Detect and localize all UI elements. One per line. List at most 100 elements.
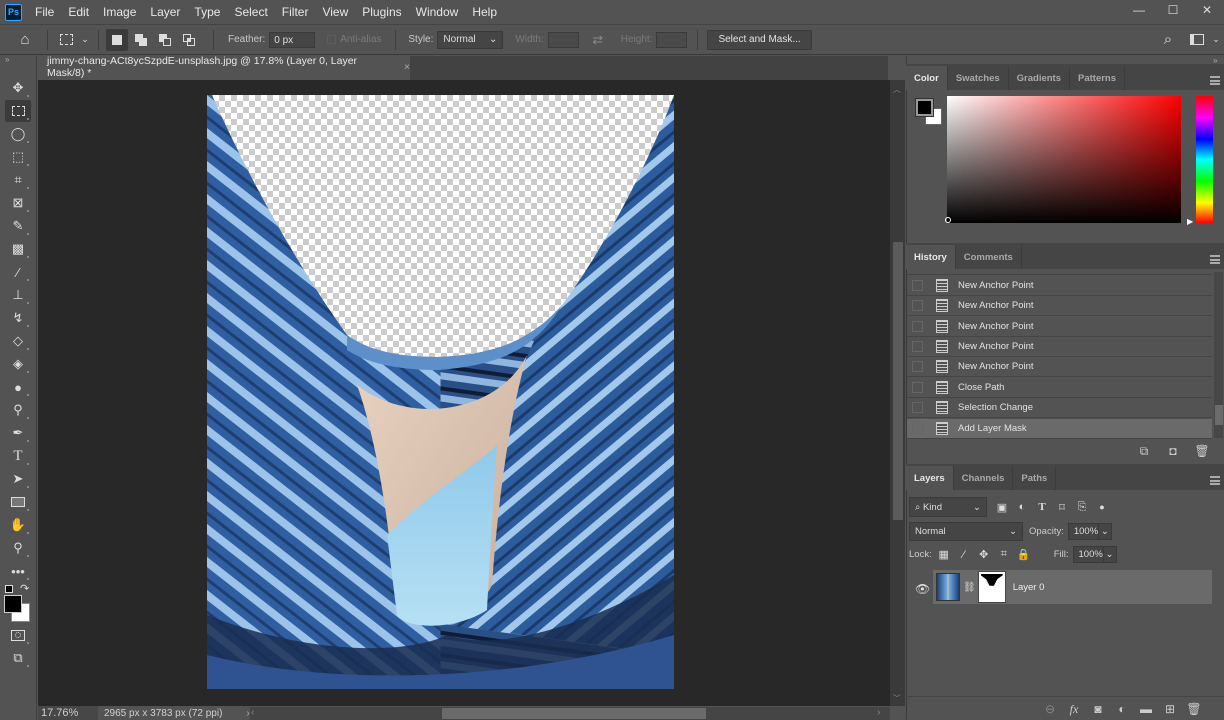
history-snapshot-checkbox[interactable] bbox=[912, 321, 923, 332]
panel-menu-icon[interactable] bbox=[1210, 76, 1220, 85]
tab-paths[interactable]: Paths bbox=[1013, 466, 1057, 490]
adjustment-layer-icon[interactable]: ◐ bbox=[1112, 702, 1132, 717]
layer-row[interactable]: ⛓ Layer 0 bbox=[933, 570, 1212, 604]
foreground-color-swatch[interactable] bbox=[915, 98, 934, 117]
lock-image-pixels-icon[interactable]: ⁄ bbox=[955, 549, 973, 561]
tab-comments[interactable]: Comments bbox=[956, 245, 1022, 269]
history-item[interactable]: New Anchor Point bbox=[907, 357, 1212, 377]
eyedropper-tool-icon[interactable]: ✎ bbox=[5, 215, 31, 237]
layer-thumbnail[interactable] bbox=[936, 573, 960, 601]
tab-patterns[interactable]: Patterns bbox=[1070, 66, 1126, 90]
hand-tool-icon[interactable]: ✋ bbox=[5, 514, 31, 536]
layer-mask-thumbnail[interactable] bbox=[977, 571, 1006, 603]
hue-slider[interactable] bbox=[1196, 96, 1213, 223]
menu-window[interactable]: Window bbox=[409, 0, 466, 24]
document-image[interactable] bbox=[207, 95, 674, 689]
link-layers-icon[interactable]: ⊖ bbox=[1040, 702, 1060, 717]
subtract-selection-icon[interactable] bbox=[154, 29, 176, 51]
scroll-down-icon[interactable]: ﹀ bbox=[893, 693, 901, 704]
menu-select[interactable]: Select bbox=[227, 0, 274, 24]
height-input[interactable] bbox=[656, 31, 688, 48]
pen-tool-icon[interactable]: ✒ bbox=[5, 422, 31, 444]
select-and-mask-button[interactable]: Select and Mask... bbox=[707, 29, 812, 50]
zoom-level-field[interactable]: 17.76% bbox=[38, 706, 98, 720]
marquee-preset-icon[interactable] bbox=[55, 29, 77, 51]
menu-file[interactable]: File bbox=[28, 0, 61, 24]
maximize-button[interactable]: ☐ bbox=[1156, 0, 1190, 20]
tab-gradients[interactable]: Gradients bbox=[1009, 66, 1070, 90]
lock-all-icon[interactable]: 🔒 bbox=[1015, 548, 1033, 561]
history-item[interactable]: New Anchor Point bbox=[907, 317, 1212, 337]
history-brush-tool-icon[interactable]: ↯ bbox=[5, 307, 31, 329]
menu-plugins[interactable]: Plugins bbox=[355, 0, 408, 24]
foreground-color-swatch[interactable] bbox=[4, 595, 22, 613]
menu-layer[interactable]: Layer bbox=[143, 0, 187, 24]
filter-pixel-icon[interactable]: ▣ bbox=[993, 501, 1011, 514]
scroll-up-icon[interactable]: ︿ bbox=[893, 84, 901, 95]
swap-colors-icon[interactable]: ↷ bbox=[20, 582, 29, 595]
vertical-scrollbar-thumb[interactable] bbox=[893, 242, 903, 520]
intersect-selection-icon[interactable] bbox=[178, 29, 200, 51]
blur-tool-icon[interactable]: ● bbox=[5, 376, 31, 398]
tab-color[interactable]: Color bbox=[906, 66, 948, 90]
new-group-folder-icon[interactable]: ▬ bbox=[1136, 702, 1156, 717]
tab-history[interactable]: History bbox=[906, 245, 956, 269]
workspace-icon[interactable] bbox=[1186, 29, 1208, 51]
history-snapshot-checkbox[interactable] bbox=[912, 423, 923, 434]
blend-mode-select[interactable]: Normal ⌄ bbox=[909, 522, 1023, 541]
menu-view[interactable]: View bbox=[315, 0, 355, 24]
new-document-from-state-icon[interactable]: ⧉ bbox=[1134, 444, 1154, 459]
new-layer-icon[interactable]: ⊞ bbox=[1160, 702, 1180, 717]
hue-slider-handle[interactable]: ▶ bbox=[1187, 217, 1193, 226]
opacity-dropdown-icon[interactable]: ⌄ bbox=[1097, 523, 1112, 540]
crop-tool-icon[interactable]: ⌗ bbox=[5, 169, 31, 191]
style-select[interactable]: Normal ⌄ bbox=[437, 30, 504, 49]
object-selection-tool-icon[interactable]: ⬚ bbox=[5, 146, 31, 168]
fill-dropdown-icon[interactable]: ⌄ bbox=[1102, 546, 1117, 563]
history-item[interactable]: New Anchor Point bbox=[907, 337, 1212, 357]
chevron-down-icon[interactable]: ⌄ bbox=[79, 29, 91, 51]
lock-transparent-pixels-icon[interactable]: ▦ bbox=[935, 548, 953, 561]
lasso-tool-icon[interactable]: ◯ bbox=[5, 123, 31, 145]
minimize-button[interactable]: — bbox=[1122, 0, 1156, 20]
frame-tool-icon[interactable]: ⊠ bbox=[5, 192, 31, 214]
filter-smart-object-icon[interactable]: ⎘ bbox=[1073, 501, 1091, 514]
clone-stamp-tool-icon[interactable]: ⊥ bbox=[5, 284, 31, 306]
healing-brush-tool-icon[interactable]: ▩ bbox=[5, 238, 31, 260]
path-selection-tool-icon[interactable]: ➤ bbox=[5, 468, 31, 490]
history-snapshot-checkbox[interactable] bbox=[912, 402, 923, 413]
trash-icon[interactable]: 🗑 bbox=[1184, 702, 1204, 717]
camera-snapshot-icon[interactable]: ◘ bbox=[1163, 444, 1183, 459]
history-scrollbar-thumb[interactable] bbox=[1215, 405, 1223, 425]
swap-icon[interactable]: ⇄ bbox=[587, 29, 609, 51]
menu-type[interactable]: Type bbox=[187, 0, 227, 24]
close-window-button[interactable]: ✕ bbox=[1190, 0, 1224, 20]
new-selection-icon[interactable] bbox=[106, 28, 128, 51]
menu-image[interactable]: Image bbox=[96, 0, 143, 24]
add-mask-icon[interactable]: ◙ bbox=[1088, 702, 1108, 717]
lock-artboard-icon[interactable]: ⌗ bbox=[995, 548, 1013, 561]
history-item[interactable]: Close Path bbox=[907, 378, 1212, 398]
history-item-active[interactable]: Add Layer Mask bbox=[907, 419, 1212, 439]
document-tab[interactable]: jimmy-chang-ACt8ycSzpdE-unsplash.jpg @ 1… bbox=[38, 55, 410, 80]
tab-swatches[interactable]: Swatches bbox=[948, 66, 1009, 90]
filter-type-icon[interactable]: T bbox=[1033, 501, 1051, 513]
feather-input[interactable]: 0 px bbox=[269, 31, 316, 48]
screen-mode-icon[interactable]: ⧉ bbox=[5, 647, 31, 669]
search-icon[interactable]: ⌕ bbox=[1157, 29, 1179, 51]
link-mask-icon[interactable]: ⛓ bbox=[963, 582, 976, 593]
layer-name[interactable]: Layer 0 bbox=[1013, 582, 1045, 593]
horizontal-scrollbar-thumb[interactable] bbox=[442, 708, 706, 719]
history-snapshot-checkbox[interactable] bbox=[912, 382, 923, 393]
add-to-selection-icon[interactable] bbox=[130, 29, 152, 51]
history-item[interactable]: New Anchor Point bbox=[907, 296, 1212, 316]
quick-mask-icon[interactable] bbox=[5, 624, 31, 646]
color-picker-field[interactable] bbox=[947, 96, 1181, 223]
fill-input[interactable]: 100% bbox=[1072, 546, 1103, 563]
zoom-tool-icon[interactable]: ⚲ bbox=[5, 537, 31, 559]
layer-filter-select[interactable]: ⌕ Kind ⌄ bbox=[909, 497, 987, 517]
history-item[interactable]: Selection Change bbox=[907, 398, 1212, 418]
history-snapshot-checkbox[interactable] bbox=[912, 341, 923, 352]
history-snapshot-checkbox[interactable] bbox=[912, 300, 923, 311]
anti-alias-checkbox[interactable] bbox=[327, 35, 337, 44]
